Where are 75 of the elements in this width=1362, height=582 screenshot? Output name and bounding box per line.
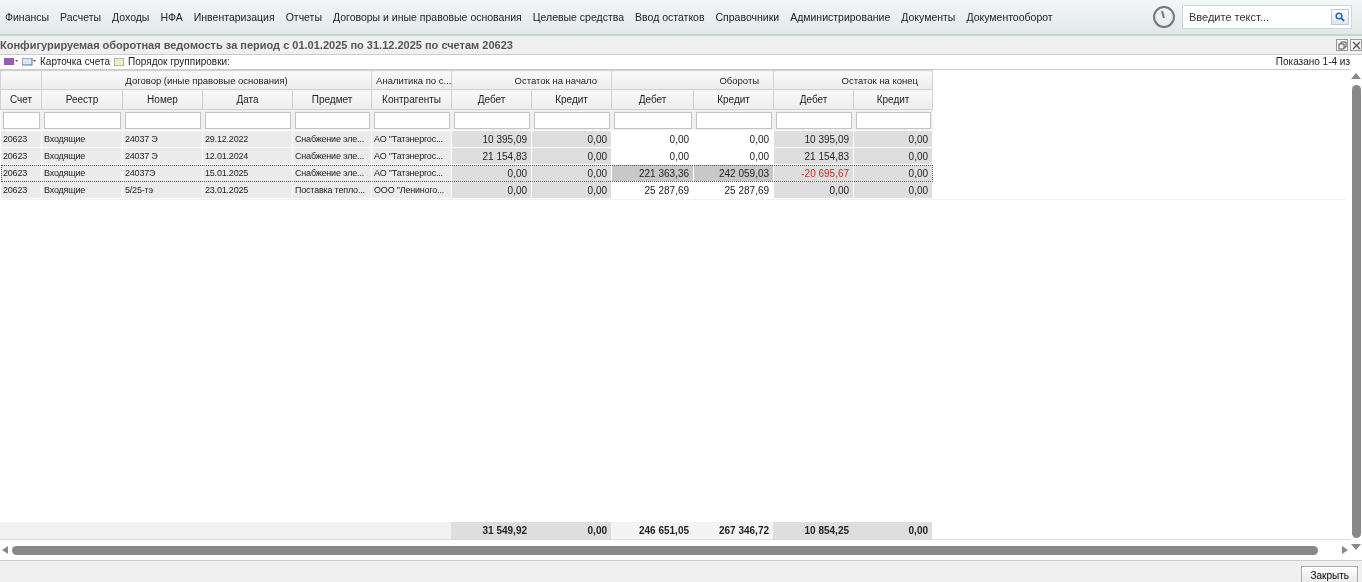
filter-field[interactable]	[204, 111, 291, 129]
filter-field[interactable]	[124, 111, 201, 129]
menu-item[interactable]: Документы	[900, 11, 960, 23]
column-group-header: Остаток на конец	[773, 70, 933, 90]
table-cell: ООО "Лениного...	[371, 181, 452, 199]
search-field[interactable]: Введите текст...	[1182, 5, 1352, 29]
filter-field[interactable]	[43, 111, 121, 129]
report-title: Конфигурируемая оборотная ведомость за период с 01.01.2025 по 31.12.2025 по счетам 20623	[0, 39, 514, 51]
filter-field[interactable]	[453, 111, 530, 129]
menu-item[interactable]: Инвентаризация	[192, 11, 279, 23]
filter-field[interactable]	[855, 111, 931, 129]
menu-item[interactable]: Договоры и иные правовые основания	[331, 11, 526, 23]
table-cell: 25 287,69	[611, 181, 694, 199]
menu-item[interactable]: Расчеты	[59, 11, 106, 23]
filter-field[interactable]	[533, 111, 610, 129]
grouping-order-label: Порядок группировки:	[128, 55, 230, 68]
table-cell: Входящие	[41, 130, 123, 148]
menu-item[interactable]: Отчеты	[284, 11, 326, 23]
table-cell: 0,00	[693, 130, 774, 148]
table-cell: 0,00	[451, 181, 532, 199]
table-cell: 29.12.2022	[202, 130, 293, 148]
table-cell: 10 395,09	[773, 130, 854, 148]
total-cell: 0,00	[853, 522, 933, 539]
account-card-button[interactable]: Карточка счета	[40, 55, 111, 68]
print-icon[interactable]	[22, 57, 36, 66]
filter-field[interactable]	[775, 111, 852, 129]
scroll-left-icon[interactable]	[2, 546, 8, 554]
total-cell: 31 549,92	[451, 522, 532, 539]
column-group-header: Остаток на начало	[451, 70, 612, 90]
total-cell: 10 854,25	[773, 522, 854, 539]
menu-item[interactable]: Финансы	[4, 11, 54, 23]
total-cell: 267 346,72	[693, 522, 774, 539]
total-cell: 246 651,05	[611, 522, 694, 539]
close-button[interactable]	[1350, 39, 1362, 51]
menu-item[interactable]: НФА	[159, 11, 187, 23]
column-group-header: Аналитика по с...	[371, 70, 452, 90]
table-cell: 0,00	[853, 130, 933, 148]
table-cell: Снабжение эле...	[292, 130, 372, 148]
menu-item[interactable]: Документооборот	[965, 11, 1057, 23]
total-cell: 0,00	[531, 522, 612, 539]
table-cell: 25 287,69	[693, 181, 774, 199]
column-header[interactable]: Счет	[0, 89, 42, 110]
table-cell: АО "Татэнергос...	[371, 130, 452, 148]
table-cell: Входящие	[41, 181, 123, 199]
menu-item[interactable]: Администрирование	[789, 11, 895, 23]
column-group-header: Договор (иные правовые основания)	[41, 70, 372, 90]
table-cell: 20623	[0, 130, 42, 148]
shown-count: Показано 1-4 из	[1275, 55, 1350, 68]
search-icon	[1335, 12, 1345, 22]
menu-item[interactable]: Целевые средства	[531, 11, 629, 23]
menu-item[interactable]: Ввод остатков	[634, 11, 709, 23]
filter-field[interactable]	[373, 111, 450, 129]
restore-button[interactable]	[1336, 39, 1348, 51]
scroll-right-icon[interactable]	[1342, 546, 1348, 554]
search-button[interactable]	[1331, 9, 1349, 25]
filter-field[interactable]	[294, 111, 370, 129]
filter-field[interactable]	[2, 111, 40, 129]
refresh-icon[interactable]	[114, 57, 125, 66]
clock-icon[interactable]	[1152, 5, 1176, 29]
table-cell: 0,00	[611, 130, 694, 148]
table-cell: 0,00	[531, 130, 612, 148]
table-cell: 0,00	[531, 181, 612, 199]
filter-field[interactable]	[695, 111, 772, 129]
menu-item[interactable]: Доходы	[111, 11, 154, 23]
table-cell: 24037 Э	[122, 130, 203, 148]
menu-item[interactable]: Справочники	[714, 11, 784, 23]
close-button[interactable]: Закрыть	[1301, 566, 1358, 582]
export-icon[interactable]	[4, 57, 18, 66]
scroll-down-icon[interactable]	[1351, 544, 1361, 550]
table-cell: 10 395,09	[451, 130, 532, 148]
column-group-header: Обороты	[611, 70, 774, 90]
scroll-up-icon[interactable]	[1351, 73, 1361, 79]
filter-field[interactable]	[613, 111, 692, 129]
table-cell: 0,00	[853, 181, 933, 199]
table-cell: 0,00	[773, 181, 854, 199]
